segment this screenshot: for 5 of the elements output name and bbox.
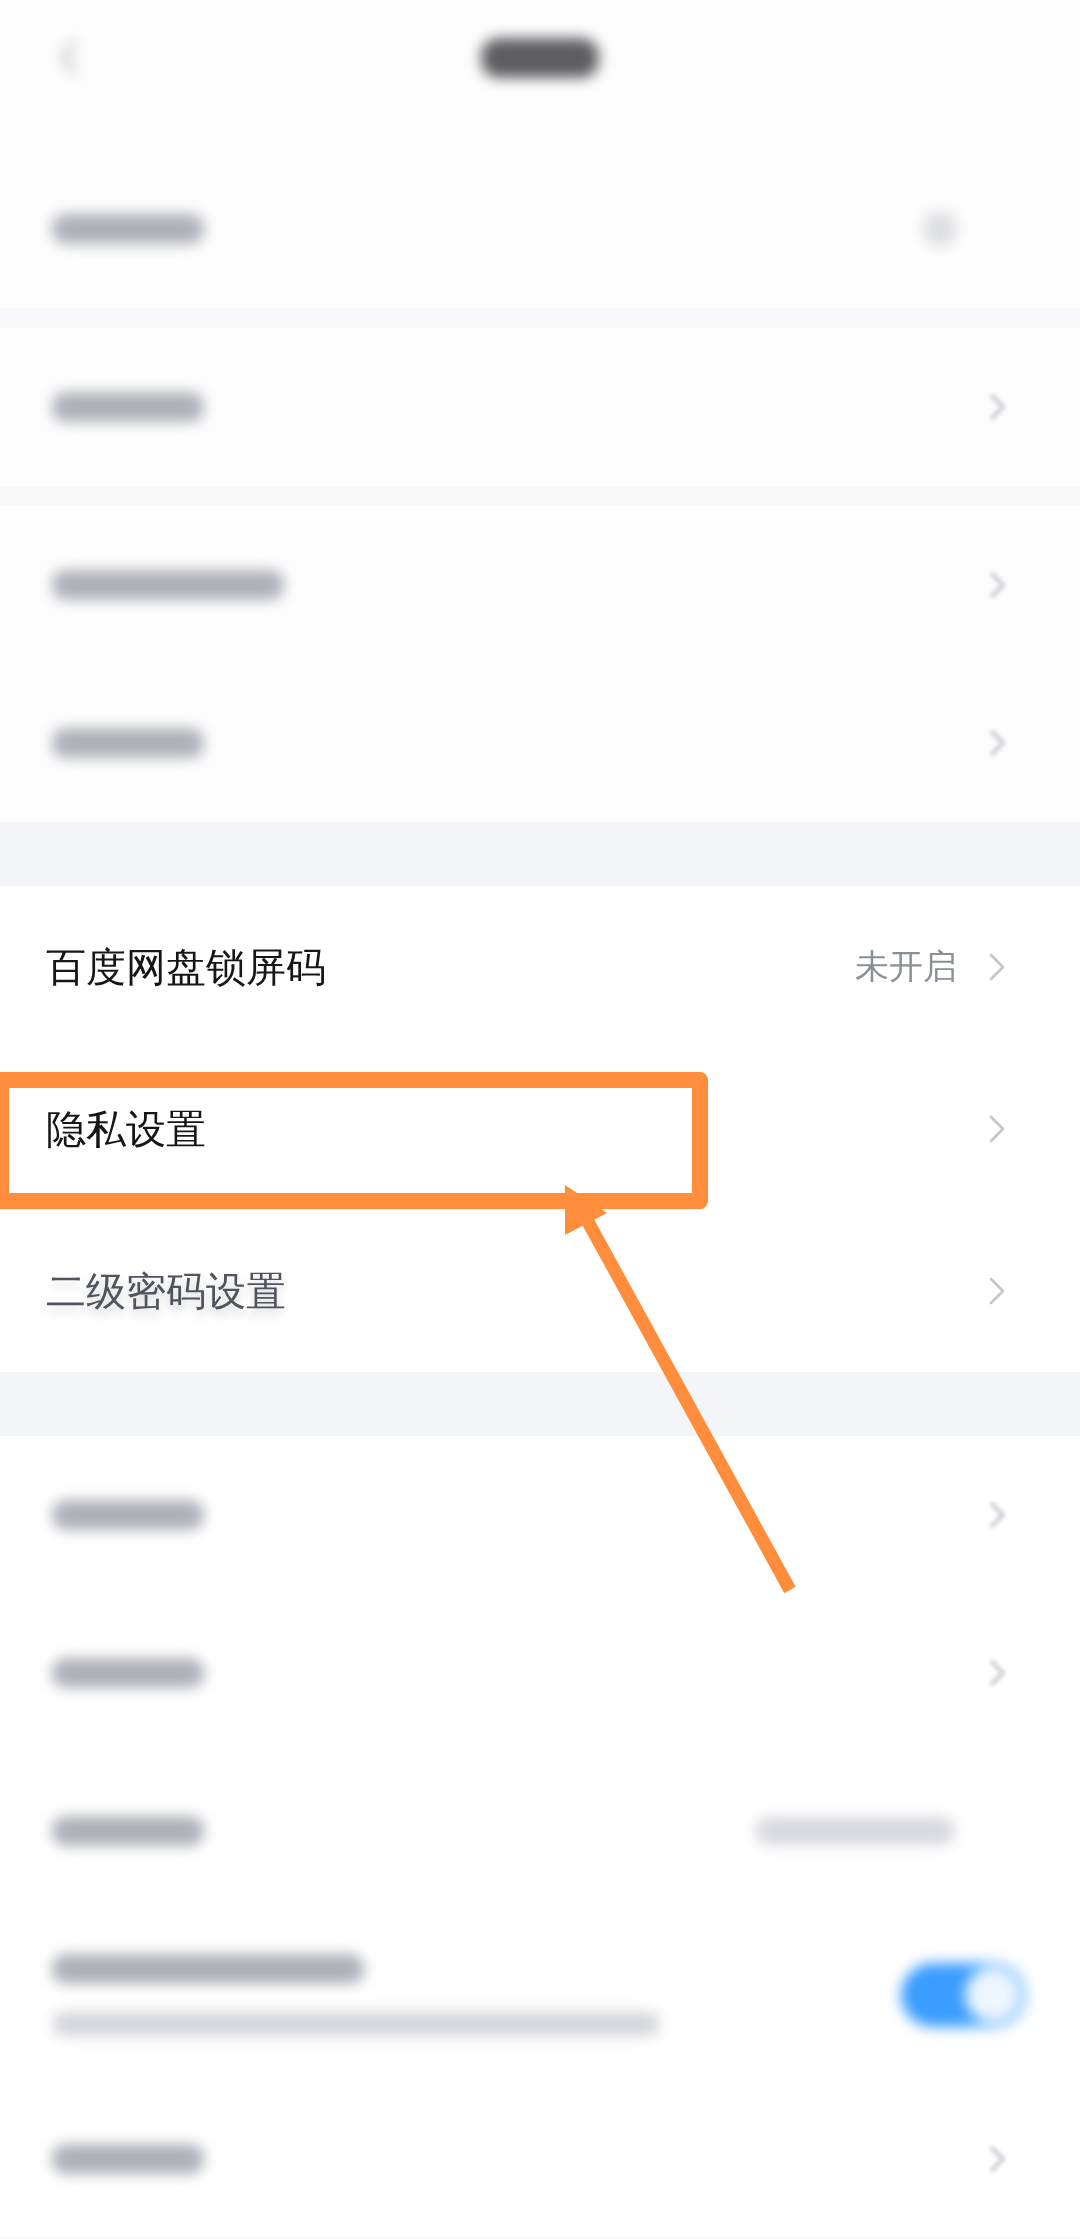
toggle-switch[interactable]	[901, 1963, 1025, 2027]
settings-item[interactable]: 隐私设置	[46, 1101, 206, 1157]
settings-item[interactable]: 二级密码设置	[46, 1263, 286, 1319]
status-text: 未开启	[855, 945, 957, 988]
settings-item[interactable]: 百度网盘锁屏码	[46, 939, 326, 995]
